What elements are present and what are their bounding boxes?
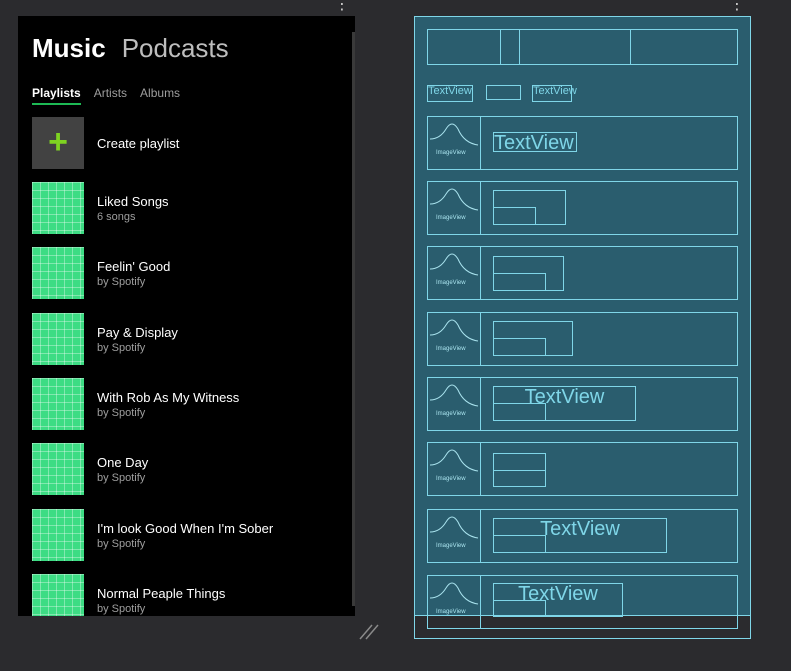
playlist-subtitle: by Spotify	[97, 603, 146, 615]
imageview-label: ImageView	[436, 411, 466, 417]
header: Music Podcasts	[32, 33, 229, 64]
imageview-label: ImageView	[436, 476, 466, 482]
resize-handle-icon[interactable]	[358, 620, 382, 640]
playlist-cover	[32, 509, 84, 561]
tab-playlists[interactable]: Playlists	[32, 86, 81, 100]
playlist-subtitle: 6 songs	[97, 211, 136, 223]
playlist-row[interactable]: With Rob As My Witness by Spotify	[32, 378, 342, 430]
bp-row-textview[interactable]: TextView	[493, 132, 577, 153]
imageview-label: ImageView	[436, 543, 466, 549]
bp-imageview[interactable]: ImageView	[427, 575, 481, 629]
imageview-label: ImageView	[436, 280, 466, 286]
playlist-cover	[32, 313, 84, 365]
playlist-row[interactable]: Feelin' Good by Spotify	[32, 247, 342, 299]
playlist-cover	[32, 378, 84, 430]
plus-icon: +	[32, 117, 84, 169]
playlist-subtitle: by Spotify	[97, 342, 146, 354]
playlist-cover	[32, 574, 84, 616]
bp-subtitle-view[interactable]	[493, 273, 546, 291]
bp-podcasts-view[interactable]	[519, 29, 631, 65]
bp-imageview[interactable]: ImageView	[427, 442, 481, 496]
imageview-label: ImageView	[436, 150, 466, 156]
playlist-subtitle: by Spotify	[97, 276, 146, 288]
bp-imageview[interactable]: ImageView	[427, 509, 481, 563]
playlist-cover	[32, 247, 84, 299]
playlist-row[interactable]: I'm look Good When I'm Sober by Spotify	[32, 509, 342, 561]
create-playlist-label: Create playlist	[97, 136, 180, 151]
bp-subtitle-view[interactable]	[493, 207, 536, 225]
playlist-title: Liked Songs	[97, 194, 169, 209]
scrollbar[interactable]	[352, 32, 355, 606]
playlist-row[interactable]: Liked Songs 6 songs	[32, 182, 342, 234]
playlist-cover	[32, 182, 84, 234]
bp-subtitle-view[interactable]	[493, 535, 546, 553]
design-surface[interactable]: Music Podcasts Playlists Artists Albums + C…	[18, 16, 355, 616]
tab-artists[interactable]: Artists	[94, 86, 127, 100]
playlist-title: Normal Peaple Things	[97, 586, 226, 601]
playlist-subtitle: by Spotify	[97, 407, 146, 419]
imageview-label: ImageView	[436, 609, 466, 615]
bp-imageview[interactable]: ImageView	[427, 116, 481, 170]
bp-imageview[interactable]: ImageView	[427, 312, 481, 366]
tab-podcasts[interactable]: Podcasts	[122, 33, 229, 63]
bp-tab-textview[interactable]: TextView	[427, 85, 473, 102]
imageview-label: ImageView	[436, 215, 466, 221]
playlist-title: One Day	[97, 455, 149, 470]
playlist-title: With Rob As My Witness	[97, 390, 240, 405]
bp-imageview[interactable]: ImageView	[427, 181, 481, 235]
playlist-row[interactable]: One Day by Spotify	[32, 443, 342, 495]
create-playlist-row[interactable]: + Create playlist	[32, 117, 342, 169]
design-overflow-menu-icon[interactable]: ⋮	[334, 0, 350, 12]
playlist-row[interactable]: Normal Peaple Things by Spotify	[32, 574, 342, 616]
blueprint-surface[interactable]: TextView TextView ImageView TextView Ima…	[414, 16, 751, 629]
bp-imageview[interactable]: ImageView	[427, 246, 481, 300]
imageview-label: ImageView	[436, 346, 466, 352]
bp-subtitle-view[interactable]	[493, 403, 546, 421]
playlist-row[interactable]: Pay & Display by Spotify	[32, 313, 342, 365]
bp-subtitle-view[interactable]	[493, 470, 546, 487]
category-tabs: Playlists Artists Albums	[32, 86, 193, 100]
playlist-title: Feelin' Good	[97, 259, 171, 274]
playlist-title: Pay & Display	[97, 325, 178, 340]
playlist-subtitle: by Spotify	[97, 538, 146, 550]
bp-subtitle-view[interactable]	[493, 600, 546, 617]
playlist-title: I'm look Good When I'm Sober	[97, 521, 274, 536]
playlist-subtitle: by Spotify	[97, 472, 146, 484]
bp-subtitle-view[interactable]	[493, 338, 546, 356]
bp-tab-view[interactable]	[486, 85, 521, 100]
bp-imageview[interactable]: ImageView	[427, 377, 481, 431]
blueprint-overflow-menu-icon[interactable]: ⋮	[729, 0, 745, 12]
tab-albums[interactable]: Albums	[140, 86, 180, 100]
tab-music[interactable]: Music	[32, 33, 106, 63]
bp-title-view[interactable]	[427, 29, 501, 65]
playlist-cover	[32, 443, 84, 495]
bp-tab-textview[interactable]: TextView	[532, 85, 577, 102]
